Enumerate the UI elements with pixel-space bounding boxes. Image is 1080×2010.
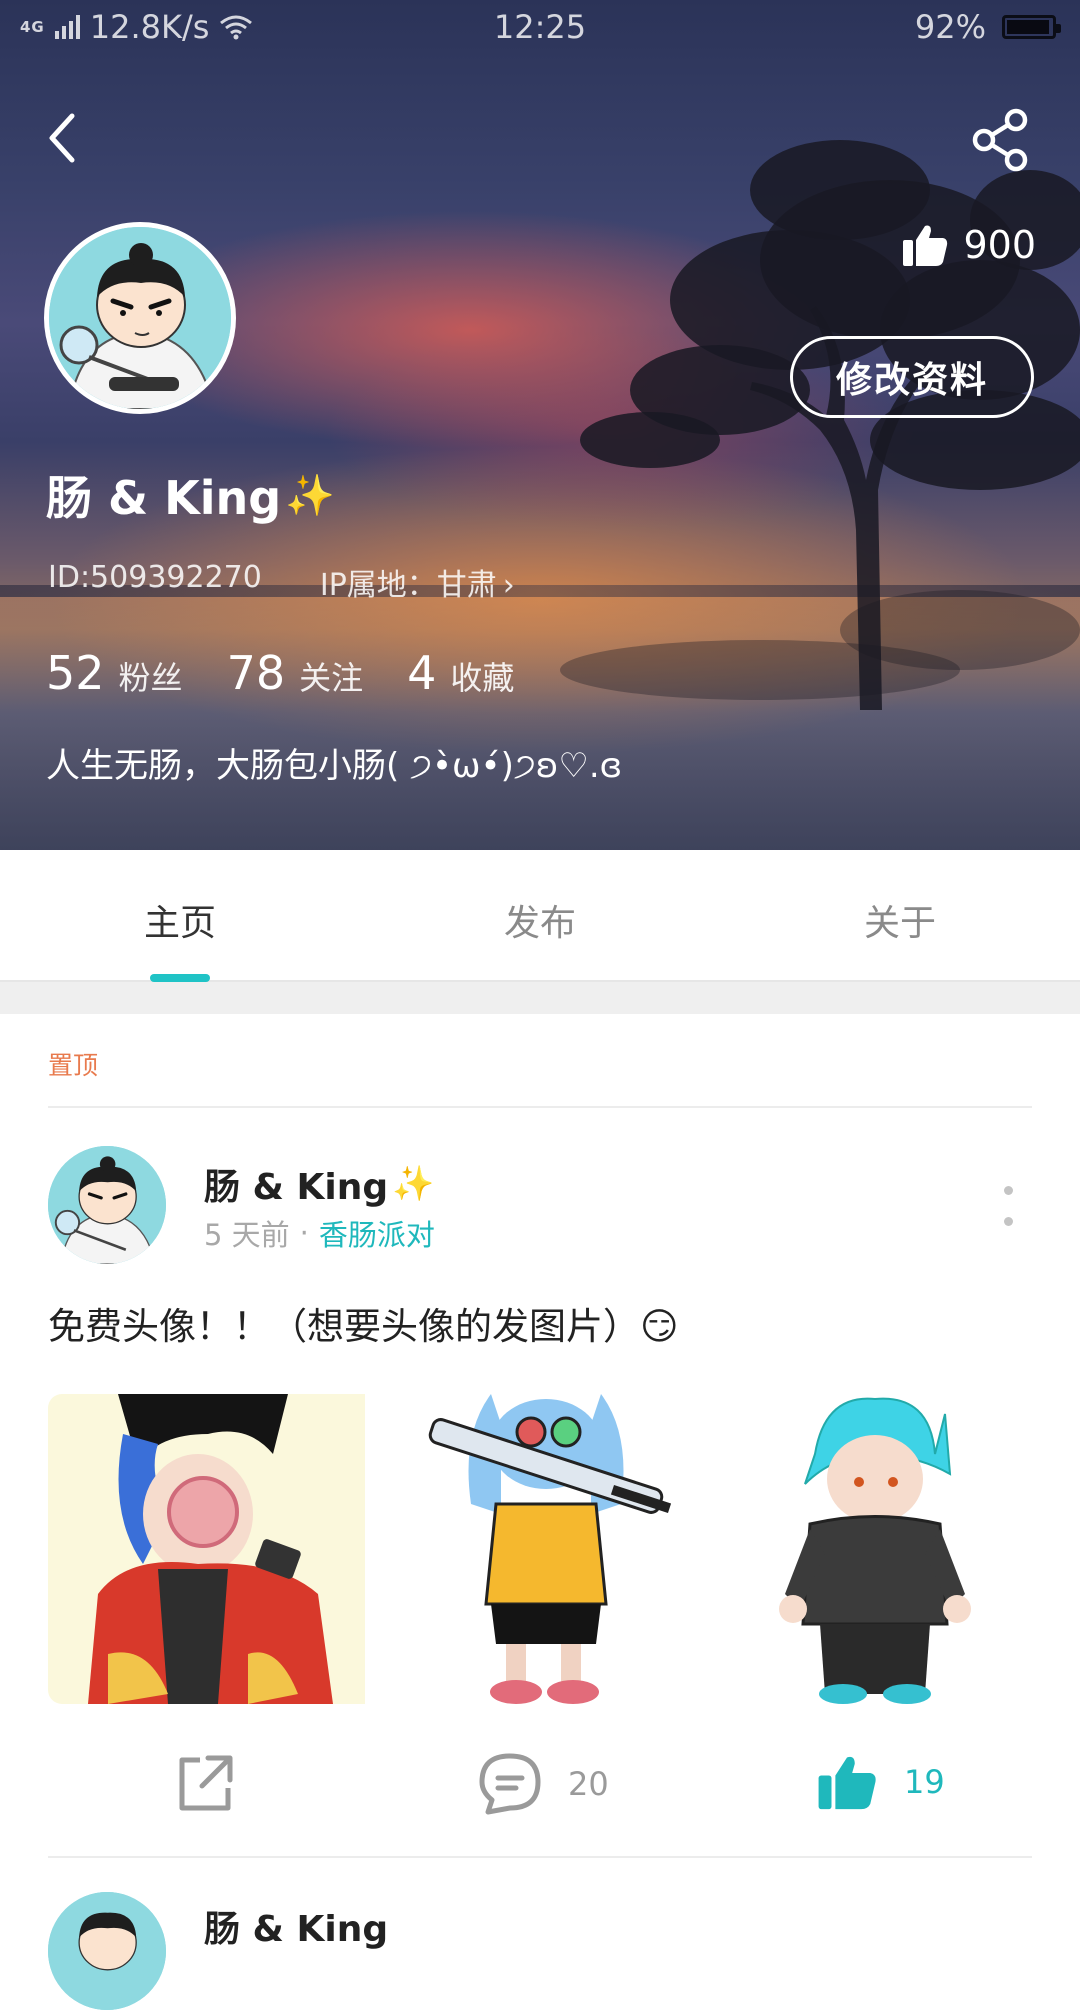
sparkle-emoji: ✨: [392, 1164, 435, 1204]
stat-followers[interactable]: 52 粉丝: [46, 646, 183, 700]
edit-profile-button[interactable]: 修改资料: [790, 336, 1034, 418]
stat-value: 4: [407, 646, 437, 700]
comment-count: 20: [568, 1765, 609, 1803]
stat-favorites[interactable]: 4 收藏: [407, 646, 514, 700]
character-art-2: [429, 1394, 672, 1704]
avatar[interactable]: [44, 222, 236, 414]
tab-posts[interactable]: 发布: [440, 894, 640, 946]
meta-separator: ·: [299, 1216, 309, 1250]
post-images: [48, 1394, 1032, 1704]
avatar-illustration: [48, 1892, 166, 2010]
more-options-button[interactable]: [996, 1186, 1020, 1226]
post-topic-link[interactable]: 香肠派对: [319, 1212, 435, 1254]
post-image-2[interactable]: [381, 1394, 699, 1704]
share-button[interactable]: [968, 106, 1034, 172]
post-actions: 20 19: [0, 1752, 1080, 1832]
ip-location-link[interactable]: IP属地：甘肃 ›: [320, 560, 515, 604]
like-post-button[interactable]: 19: [816, 1752, 945, 1812]
avatar-illustration: [48, 1146, 166, 1264]
post-meta: 5 天前 · 香肠派对: [204, 1212, 435, 1254]
bio: 人生无肠，大肠包小肠( ੭•̀ω•́)੭ʚ♡.ɞ: [46, 746, 623, 786]
username-text: 肠 & King: [46, 471, 282, 525]
avatar-illustration: [49, 227, 231, 409]
status-bar: 4G 12.8K/s 12:25 92%: [0, 0, 1080, 56]
share-post-button[interactable]: [174, 1752, 236, 1814]
post-image-1[interactable]: [48, 1394, 366, 1704]
tab-home[interactable]: 主页: [80, 894, 280, 946]
like-count: 19: [904, 1763, 945, 1801]
post-time: 5 天前: [204, 1218, 290, 1252]
dot: [1003, 1186, 1013, 1195]
tab-about[interactable]: 关于: [800, 894, 1000, 946]
profile-header: 4G 12.8K/s 12:25 92% 900 修改资料 肠 & King ✨…: [0, 0, 1080, 850]
post-author[interactable]: 肠 & King ✨: [204, 1158, 434, 1210]
share-external-icon: [179, 1755, 233, 1811]
chevron-right-icon: ›: [502, 568, 515, 603]
stat-label: 关注: [299, 659, 364, 697]
post-author-name: 肠 & King: [204, 1167, 389, 1208]
profile-meta: ID:509392270 IP属地：甘肃 ›: [48, 560, 515, 604]
profile-likes: 900: [901, 222, 1036, 268]
battery-percent: 92%: [914, 8, 986, 46]
tab-indicator: [150, 974, 210, 982]
stat-following[interactable]: 78 关注: [227, 646, 364, 700]
comment-button[interactable]: 20: [478, 1752, 609, 1816]
stat-label: 粉丝: [118, 659, 183, 697]
comment-icon: [479, 1753, 541, 1815]
post-text: 免费头像！！（想要头像的发图片）😏: [48, 1305, 679, 1348]
username: 肠 & King ✨: [46, 462, 335, 528]
stat-value: 52: [46, 646, 105, 700]
thumbs-up-icon: [818, 1756, 876, 1810]
profile-stats: 52 粉丝 78 关注 4 收藏: [46, 646, 558, 700]
thumbs-up-icon: [903, 225, 948, 266]
ip-location: IP属地：甘肃: [319, 568, 497, 603]
post-image-3[interactable]: [714, 1394, 1032, 1704]
dot: [1003, 1217, 1013, 1226]
character-art-3: [778, 1397, 971, 1704]
user-id: ID:509392270: [48, 560, 262, 595]
tab-bar: 主页 发布 关于: [0, 850, 1080, 982]
section-gap: [0, 982, 1080, 1014]
post-author-name: 肠 & King: [204, 1909, 389, 1950]
pinned-label: 置顶: [48, 1051, 99, 1080]
divider: [48, 1856, 1032, 1858]
sparkle-emoji: ✨: [285, 472, 336, 519]
profile-likes-count: 900: [963, 223, 1036, 267]
stat-label: 收藏: [450, 659, 515, 697]
divider: [48, 1106, 1032, 1108]
character-art-1: [88, 1394, 333, 1704]
battery-icon: [1002, 15, 1061, 39]
post-author-avatar[interactable]: [48, 1892, 166, 2010]
back-button[interactable]: [40, 108, 90, 168]
stat-value: 78: [226, 646, 286, 700]
post-author-avatar[interactable]: [48, 1146, 166, 1264]
